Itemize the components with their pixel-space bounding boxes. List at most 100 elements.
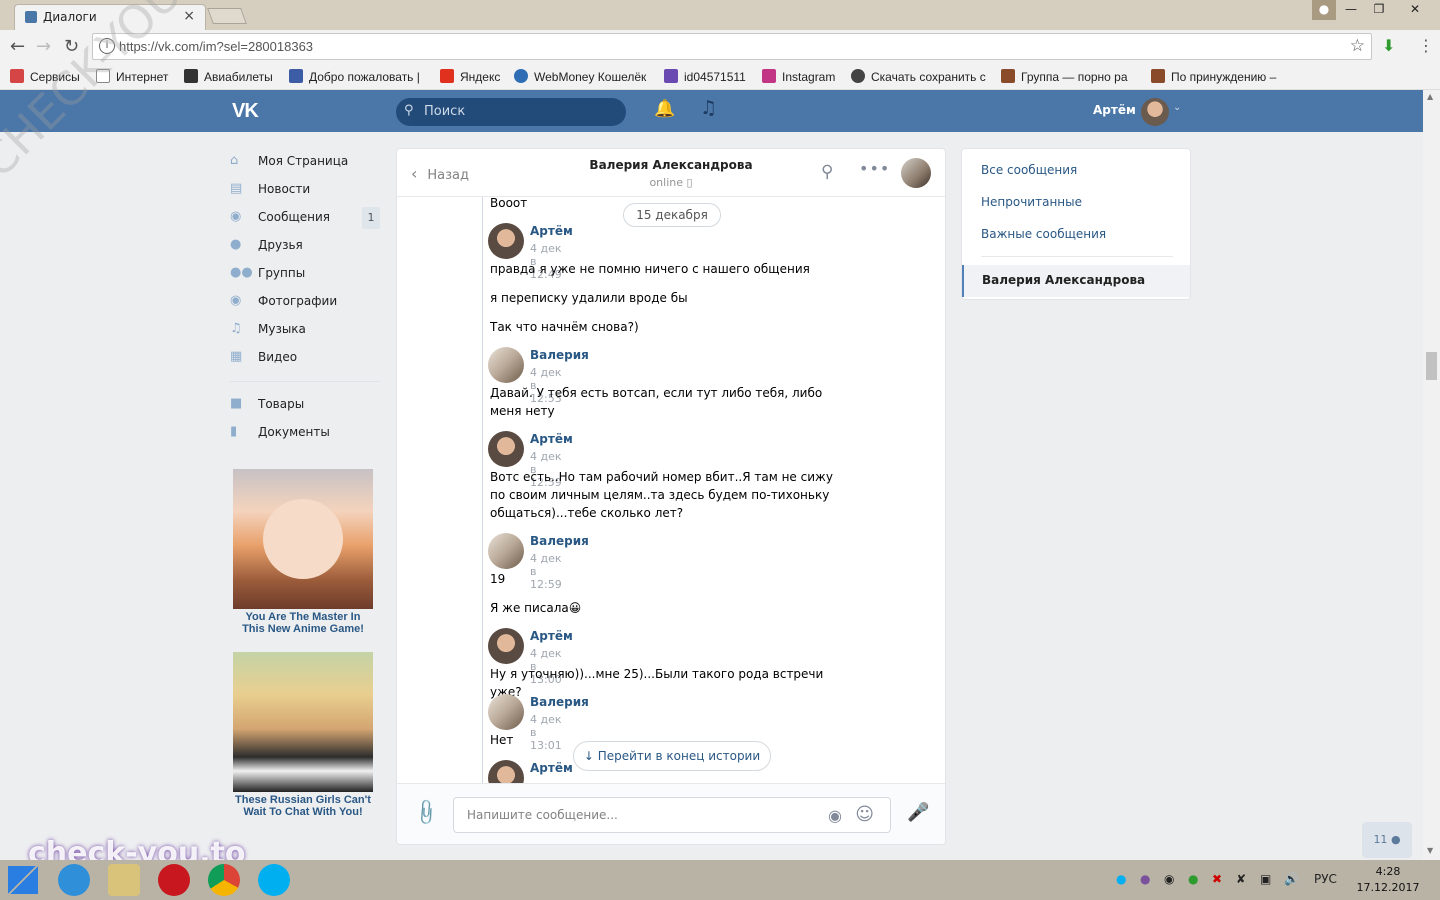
ad-caption[interactable]: These Russian Girls Can't Wait To Chat W… (233, 794, 373, 818)
avatar[interactable] (488, 694, 524, 730)
bookmark-item[interactable]: Авиабилеты (184, 69, 273, 84)
browser-menu-icon[interactable]: ⋮ (1418, 36, 1434, 55)
volume-icon[interactable]: 🔊 (1284, 872, 1299, 886)
clock-time: 4:28 (1375, 865, 1401, 878)
message-author[interactable]: Валерия (530, 695, 589, 709)
bookmark-item[interactable]: Группа — порно ра (1001, 69, 1128, 84)
message-author[interactable]: Валерия (530, 348, 589, 362)
market-icon: ■ (230, 396, 243, 411)
ad-caption[interactable]: You Are The Master In This New Anime Gam… (233, 611, 373, 635)
avatar[interactable] (901, 158, 931, 188)
emoji-smile-icon[interactable]: ☺ (855, 804, 874, 825)
bookmark-item[interactable]: WebMoney Кошелёк (514, 69, 646, 84)
browser-tab[interactable]: Диалоги × (14, 4, 206, 30)
forward-arrow-icon[interactable]: → (36, 36, 51, 57)
download-extension-icon[interactable]: ⬇ (1382, 36, 1395, 55)
filter-all-messages[interactable]: Все сообщения (981, 163, 1077, 177)
notifications-bell-icon[interactable]: 🔔 (654, 99, 675, 119)
ad-image[interactable] (233, 652, 373, 792)
bookmark-item[interactable]: Интернет (96, 69, 168, 84)
network-warning-icon[interactable]: ✖ (1212, 872, 1222, 886)
display-tray-icon[interactable]: ▣ (1260, 872, 1271, 886)
browser-toolbar: ← → ↻ i https://vk.com/im?sel=280018363 … (0, 30, 1440, 64)
chrome-icon[interactable] (208, 864, 240, 896)
opera-icon[interactable] (158, 864, 190, 896)
scroll-to-end-button[interactable]: ↓ Перейти в конец истории (573, 741, 771, 771)
bookmark-item[interactable]: Instagram (762, 69, 835, 84)
info-icon[interactable]: i (99, 38, 115, 54)
camera-icon[interactable]: ◉ (828, 806, 842, 825)
scrollbar-thumb[interactable] (1426, 352, 1437, 380)
ad-image[interactable] (233, 469, 373, 609)
bookmark-item[interactable]: id04571511 (664, 69, 746, 84)
reload-icon[interactable]: ↻ (64, 36, 79, 57)
avatar[interactable] (488, 628, 524, 664)
search-input[interactable]: ⚲ Поиск (396, 98, 626, 126)
minimize-button[interactable]: — (1338, 0, 1364, 20)
online-friends-widget[interactable]: 11 ● (1362, 822, 1412, 858)
ad-block-anime[interactable]: You Are The Master In This New Anime Gam… (233, 469, 373, 635)
internet-explorer-icon[interactable] (58, 864, 90, 896)
maximize-button[interactable]: ❐ (1366, 0, 1392, 20)
back-arrow-icon[interactable]: ← (10, 36, 25, 57)
tab-close-icon[interactable]: × (183, 8, 195, 24)
bookmark-star-icon[interactable]: ☆ (1350, 36, 1365, 56)
more-actions-icon[interactable]: ••• (859, 159, 890, 178)
page-scrollbar[interactable]: ▲ ▼ (1423, 90, 1440, 860)
window-close-button[interactable]: ✕ (1394, 0, 1436, 20)
windows-start-icon[interactable] (8, 866, 38, 894)
chevron-down-icon[interactable]: ⌄ (1173, 102, 1181, 113)
avatar[interactable] (488, 760, 524, 783)
message-text: Я же писала😀 (490, 601, 582, 615)
skype-icon[interactable] (258, 864, 290, 896)
video-icon: ▦ (230, 349, 243, 364)
system-clock[interactable]: 4:28 17.12.2017 (1356, 864, 1420, 896)
message-author[interactable]: Артём (530, 432, 573, 446)
message-author[interactable]: Артём (530, 629, 573, 643)
message-author[interactable]: Артём (530, 761, 573, 775)
bookmark-item[interactable]: Добро пожаловать | (289, 69, 420, 84)
profile-icon[interactable]: ● (1312, 0, 1336, 20)
skype-tray-icon[interactable]: ● (1116, 872, 1126, 886)
tools-tray-icon[interactable]: ✘ (1236, 872, 1246, 886)
avatar[interactable] (1141, 98, 1169, 126)
viber-tray-icon[interactable]: ● (1140, 872, 1150, 886)
steam-tray-icon[interactable]: ◉ (1164, 872, 1174, 886)
eye-icon (851, 69, 865, 83)
attach-paperclip-icon[interactable]: 📎 (411, 797, 442, 828)
header-user-name[interactable]: Артём (1093, 103, 1136, 117)
file-explorer-icon[interactable] (108, 864, 140, 896)
music-player-icon[interactable]: ♫ (700, 97, 717, 119)
scroll-down-arrow-icon[interactable]: ▼ (1427, 846, 1433, 855)
avatar[interactable] (488, 431, 524, 467)
microphone-icon[interactable]: 🎤 (907, 802, 929, 823)
messages-badge: 1 (362, 207, 380, 229)
scroll-up-arrow-icon[interactable]: ▲ (1427, 92, 1433, 101)
url-text: https://vk.com/im?sel=280018363 (119, 39, 314, 54)
vk-logo[interactable]: VK (232, 100, 259, 123)
active-dialog-item[interactable]: Валерия Александрова (962, 265, 1190, 297)
date-separator: 15 декабря (623, 203, 721, 227)
webmoney-icon (514, 69, 528, 83)
bookmark-item[interactable]: Яндекс (440, 69, 500, 84)
message-history[interactable]: Вооот 15 декабря Артём 4 дек в 12:49 пра… (397, 197, 945, 783)
message-input[interactable]: Напишите сообщение... ◉ ☺ (453, 797, 891, 833)
message-author[interactable]: Валерия (530, 534, 589, 548)
avatar[interactable] (488, 223, 524, 259)
bookmark-item[interactable]: Сервисы (10, 69, 80, 84)
new-tab-button[interactable] (207, 8, 247, 24)
app-tray-icon[interactable]: ● (1188, 872, 1198, 886)
filter-unread[interactable]: Непрочитанные (981, 195, 1082, 209)
message-author[interactable]: Артём (530, 224, 573, 238)
filter-important[interactable]: Важные сообщения (981, 227, 1106, 241)
avatar[interactable] (488, 347, 524, 383)
avatar[interactable] (488, 533, 524, 569)
site-icon (289, 69, 303, 83)
ad-block-girls[interactable]: These Russian Girls Can't Wait To Chat W… (233, 652, 373, 818)
bookmark-item[interactable]: По принуждению – (1151, 69, 1276, 84)
bookmark-item[interactable]: Скачать сохранить с (851, 69, 986, 84)
address-bar[interactable]: i https://vk.com/im?sel=280018363 ☆ (92, 33, 1372, 60)
language-indicator[interactable]: РУС (1314, 872, 1337, 886)
messages-icon: ◉ (230, 209, 242, 224)
chat-search-icon[interactable]: ⚲ (821, 162, 833, 182)
